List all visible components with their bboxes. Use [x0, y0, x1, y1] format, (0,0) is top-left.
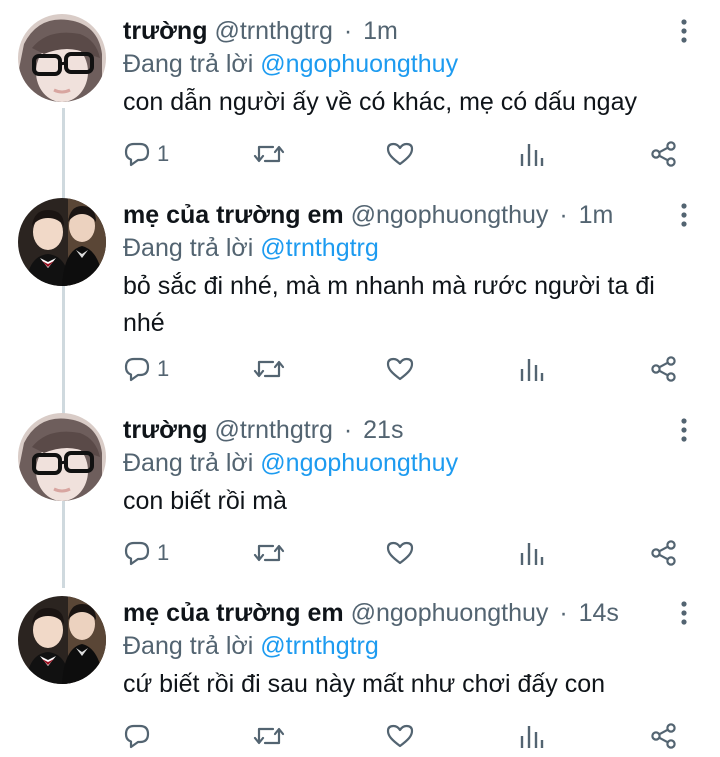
replying-to: Đang trả lời @trnthgtrg [123, 232, 379, 264]
timestamp[interactable]: 14s [579, 599, 619, 627]
retweet-button[interactable] [253, 538, 285, 568]
replying-to: Đang trả lời @trnthgtrg [123, 630, 379, 662]
display-name[interactable]: trường [123, 416, 207, 444]
retweet-icon [253, 140, 285, 168]
reply-count: 1 [157, 540, 170, 565]
tweet[interactable]: mẹ của trường em @ngophuongthuy · 14s Đa… [0, 596, 720, 756]
timestamp[interactable]: 1m [363, 17, 398, 45]
like-icon [386, 355, 414, 383]
tweet-header: mẹ của trường em @ngophuongthuy · 1m [123, 198, 660, 232]
reply-button[interactable]: 1 [123, 538, 169, 568]
tweet-header: mẹ của trường em @ngophuongthuy · 14s [123, 596, 660, 630]
separator-dot: · [559, 599, 568, 627]
more-icon[interactable] [674, 202, 694, 228]
replying-to: Đang trả lời @ngophuongthuy [123, 447, 458, 479]
replying-prefix: Đang trả lời [123, 449, 254, 477]
tweet-text: bỏ sắc đi nhé, mà m nhanh mà rước người … [123, 272, 655, 337]
display-name[interactable]: mẹ của trường em [123, 599, 344, 627]
analytics-icon [519, 140, 545, 168]
separator-dot: · [343, 17, 353, 45]
tweet-text: cứ biết rồi đi sau này mất như chơi đấy … [123, 670, 606, 698]
separator-dot: · [343, 416, 353, 444]
analytics-button[interactable] [519, 538, 545, 568]
retweet-button[interactable] [253, 354, 285, 384]
share-icon [650, 355, 678, 383]
retweet-icon [253, 722, 285, 750]
user-handle[interactable]: @ngophuongthuy [351, 201, 549, 229]
reply-button[interactable]: 1 [123, 139, 169, 169]
user-handle[interactable]: @ngophuongthuy [351, 599, 549, 627]
reply-icon [123, 539, 151, 567]
share-button[interactable] [650, 721, 678, 751]
share-icon [650, 539, 678, 567]
avatar[interactable] [18, 413, 106, 501]
action-bar: 1 [123, 354, 694, 384]
tweet-header: trường @trnthgtrg · 21s [123, 413, 660, 447]
action-bar: 1 [123, 139, 694, 169]
share-button[interactable] [650, 139, 678, 169]
timestamp[interactable]: 1m [579, 201, 614, 229]
replying-prefix: Đang trả lời [123, 234, 254, 262]
avatar[interactable] [18, 14, 106, 102]
analytics-button[interactable] [519, 354, 545, 384]
avatar[interactable] [18, 198, 106, 286]
share-button[interactable] [650, 354, 678, 384]
analytics-icon [519, 539, 545, 567]
timestamp[interactable]: 21s [363, 416, 403, 444]
like-icon [386, 722, 414, 750]
replying-prefix: Đang trả lời [123, 632, 254, 660]
share-button[interactable] [650, 538, 678, 568]
like-icon [386, 140, 414, 168]
share-icon [650, 722, 678, 750]
analytics-icon [519, 722, 545, 750]
replying-prefix: Đang trả lời [123, 50, 254, 78]
retweet-icon [253, 355, 285, 383]
tweet-text: con biết rồi mà [123, 487, 287, 515]
reply-button[interactable] [123, 721, 157, 751]
reply-icon [123, 722, 151, 750]
action-bar: 1 [123, 538, 694, 568]
tweet[interactable]: trường @trnthgtrg · 21s Đang trả lời @ng… [0, 413, 720, 593]
like-button[interactable] [386, 721, 414, 751]
more-icon[interactable] [674, 600, 694, 626]
reply-count: 1 [157, 356, 170, 381]
avatar[interactable] [18, 596, 106, 684]
more-icon[interactable] [674, 18, 694, 44]
mention-link[interactable]: @trnthgtrg [260, 632, 378, 660]
analytics-button[interactable] [519, 139, 545, 169]
reply-count: 1 [157, 141, 170, 166]
replying-to: Đang trả lời @ngophuongthuy [123, 48, 458, 80]
tweet-thread: trường @trnthgtrg · 1m Đang trả lời @ngo… [0, 0, 720, 757]
like-button[interactable] [386, 139, 414, 169]
like-button[interactable] [386, 538, 414, 568]
like-icon [386, 539, 414, 567]
share-icon [650, 140, 678, 168]
reply-icon [123, 355, 151, 383]
reply-button[interactable]: 1 [123, 354, 169, 384]
mention-link[interactable]: @ngophuongthuy [260, 449, 458, 477]
tweet[interactable]: trường @trnthgtrg · 1m Đang trả lời @ngo… [0, 14, 720, 204]
tweet-header: trường @trnthgtrg · 1m [123, 14, 660, 48]
retweet-icon [253, 539, 285, 567]
user-handle[interactable]: @trnthgtrg [214, 17, 332, 45]
mention-link[interactable]: @ngophuongthuy [260, 50, 458, 78]
action-bar [123, 721, 694, 751]
analytics-icon [519, 355, 545, 383]
separator-dot: · [559, 201, 568, 229]
tweet[interactable]: mẹ của trường em @ngophuongthuy · 1m Đan… [0, 198, 720, 418]
retweet-button[interactable] [253, 721, 285, 751]
tweet-text: con dẫn người ấy về có khác, mẹ có dấu n… [123, 88, 637, 116]
user-handle[interactable]: @trnthgtrg [214, 416, 332, 444]
display-name[interactable]: mẹ của trường em [123, 201, 344, 229]
more-icon[interactable] [674, 417, 694, 443]
reply-icon [123, 140, 151, 168]
display-name[interactable]: trường [123, 17, 207, 45]
like-button[interactable] [386, 354, 414, 384]
mention-link[interactable]: @trnthgtrg [260, 234, 378, 262]
retweet-button[interactable] [253, 139, 285, 169]
analytics-button[interactable] [519, 721, 545, 751]
